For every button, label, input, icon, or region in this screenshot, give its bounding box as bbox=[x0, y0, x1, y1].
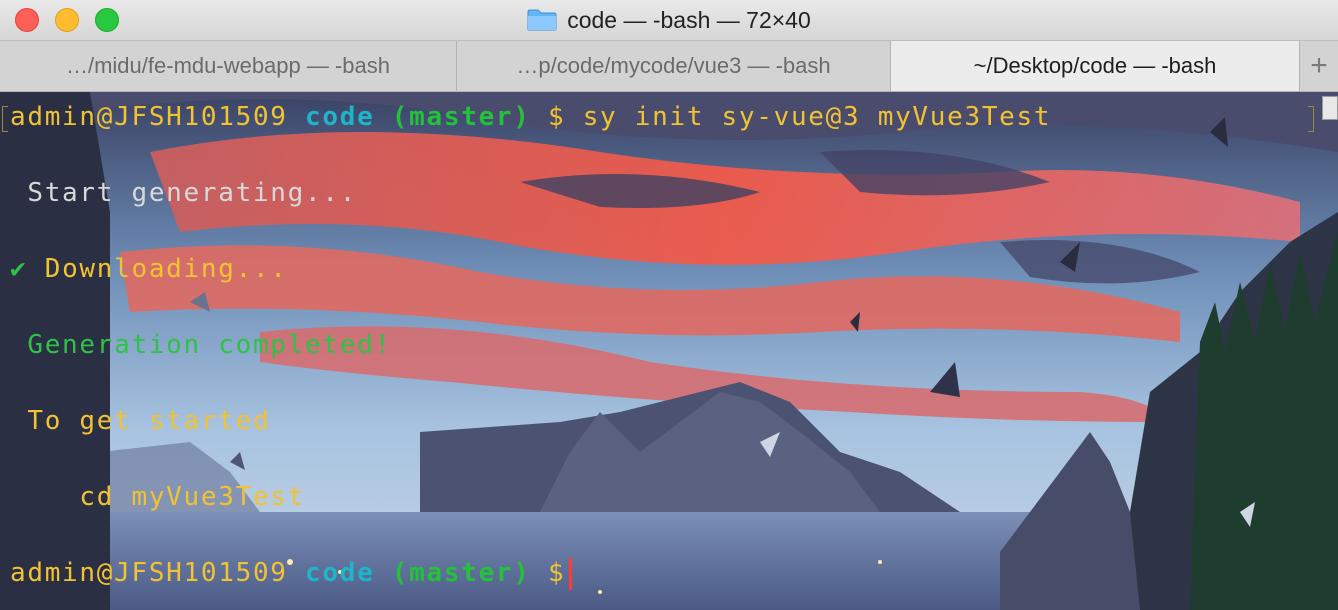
terminal-window: code — -bash — 72×40 …/midu/fe-mdu-webap… bbox=[0, 0, 1338, 610]
get-started-line: To get started bbox=[10, 406, 271, 436]
mark-bracket-left bbox=[2, 106, 8, 132]
folder-icon bbox=[527, 9, 557, 31]
tab-fe-mdu-webapp[interactable]: …/midu/fe-mdu-webapp — -bash bbox=[0, 41, 457, 91]
prompt-branch: (master) bbox=[391, 102, 531, 132]
generation-completed-line: Generation completed! bbox=[10, 330, 392, 360]
tab-desktop-code[interactable]: ~/Desktop/code — -bash bbox=[891, 41, 1300, 91]
command-text: sy init sy-vue@3 myVue3Test bbox=[582, 102, 1052, 132]
prompt-symbol: $ bbox=[547, 558, 566, 588]
terminal-output: admin@JFSH101509 code (master) $ sy init… bbox=[0, 92, 1338, 610]
check-icon: ✔ bbox=[10, 254, 28, 284]
downloading-line: ✔ Downloading... bbox=[10, 252, 288, 286]
command-line-1: admin@JFSH101509 code (master) $ sy init… bbox=[10, 100, 1051, 134]
prompt-branch: (master) bbox=[391, 558, 531, 588]
downloading-text: Downloading... bbox=[27, 254, 288, 284]
command-line-2: admin@JFSH101509 code (master) $ bbox=[10, 556, 573, 590]
text-cursor bbox=[569, 557, 573, 590]
title-bar: code — -bash — 72×40 bbox=[0, 0, 1338, 40]
prompt-dir: code bbox=[305, 102, 375, 132]
prompt-user: admin@JFSH101509 bbox=[10, 102, 288, 132]
terminal-content[interactable]: admin@JFSH101509 code (master) $ sy init… bbox=[0, 92, 1338, 610]
new-tab-button[interactable]: + bbox=[1300, 41, 1338, 91]
scroll-button[interactable] bbox=[1322, 96, 1338, 120]
window-title-group: code — -bash — 72×40 bbox=[0, 0, 1338, 40]
prompt-user: admin@JFSH101509 bbox=[10, 558, 288, 588]
prompt-dir: code bbox=[305, 558, 375, 588]
prompt-symbol: $ bbox=[547, 102, 566, 132]
start-generating-line: Start generating... bbox=[10, 178, 358, 208]
cd-instruction-line: cd myVue3Test bbox=[10, 482, 306, 512]
tab-vue3[interactable]: …p/code/mycode/vue3 — -bash bbox=[457, 41, 891, 91]
scrollbar[interactable] bbox=[1318, 92, 1338, 610]
window-title: code — -bash — 72×40 bbox=[567, 6, 811, 33]
mark-bracket-right bbox=[1308, 106, 1314, 132]
tab-bar: …/midu/fe-mdu-webapp — -bash …p/code/myc… bbox=[0, 40, 1338, 92]
